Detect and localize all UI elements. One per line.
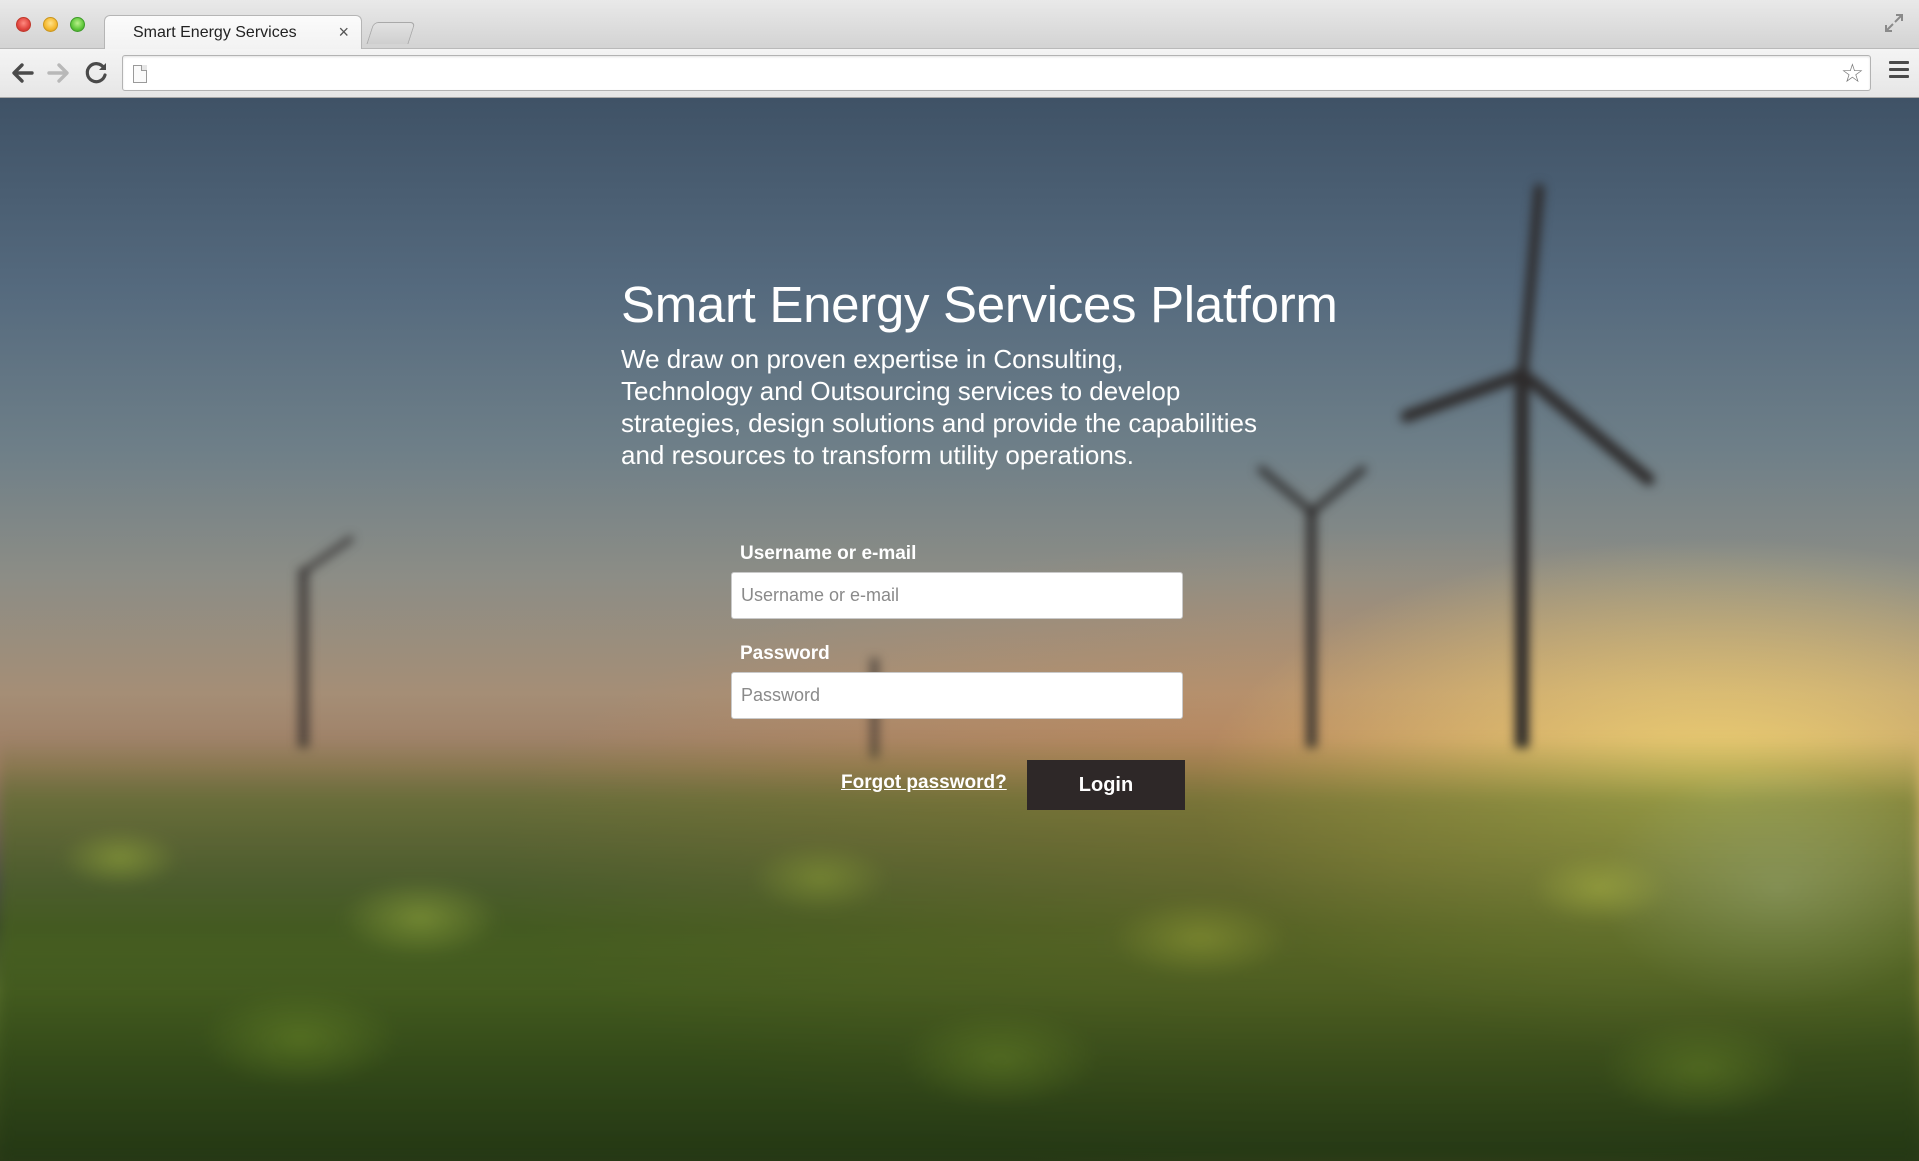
hero-section: Smart Energy Services Platform We draw o… (621, 275, 1381, 471)
address-bar[interactable]: ☆ (122, 55, 1871, 91)
browser-tab-active[interactable]: Smart Energy Services × (104, 15, 362, 50)
browser-tab-strip: Smart Energy Services × (0, 0, 1919, 50)
username-input[interactable] (731, 572, 1183, 619)
username-label: Username or e-mail (740, 543, 917, 564)
url-input[interactable] (159, 60, 1819, 86)
login-button[interactable]: Login (1027, 760, 1185, 810)
page-icon (133, 65, 147, 83)
forward-arrow-icon[interactable] (45, 59, 73, 87)
bookmark-star-icon[interactable]: ☆ (1841, 59, 1864, 87)
wind-turbine-decoration (298, 534, 356, 748)
wind-turbine-decoration (1255, 463, 1369, 748)
hamburger-menu-icon[interactable] (1889, 61, 1909, 83)
page-title: Smart Energy Services Platform (621, 276, 1338, 333)
password-label: Password (740, 643, 830, 664)
password-input[interactable] (731, 672, 1183, 719)
back-arrow-icon[interactable] (8, 59, 36, 87)
tab-title: Smart Energy Services (133, 24, 297, 41)
browser-toolbar: ☆ (0, 49, 1919, 98)
login-page-background: Smart Energy Services Platform We draw o… (0, 98, 1919, 1161)
tab-close-icon[interactable]: × (338, 22, 349, 43)
window-close-button[interactable] (16, 17, 31, 32)
fullscreen-icon[interactable] (1883, 12, 1905, 34)
reload-icon[interactable] (83, 59, 111, 87)
window-minimize-button[interactable] (43, 17, 58, 32)
window-maximize-button[interactable] (70, 17, 85, 32)
new-tab-button[interactable] (366, 22, 416, 44)
form-actions: Forgot password? Login (731, 760, 1185, 810)
forgot-password-link[interactable]: Forgot password? (841, 772, 1007, 794)
wind-turbine-decoration (1398, 183, 1658, 748)
login-form: Username or e-mail Password Forgot passw… (731, 543, 1185, 810)
page-tagline: We draw on proven expertise in Consultin… (621, 344, 1257, 470)
